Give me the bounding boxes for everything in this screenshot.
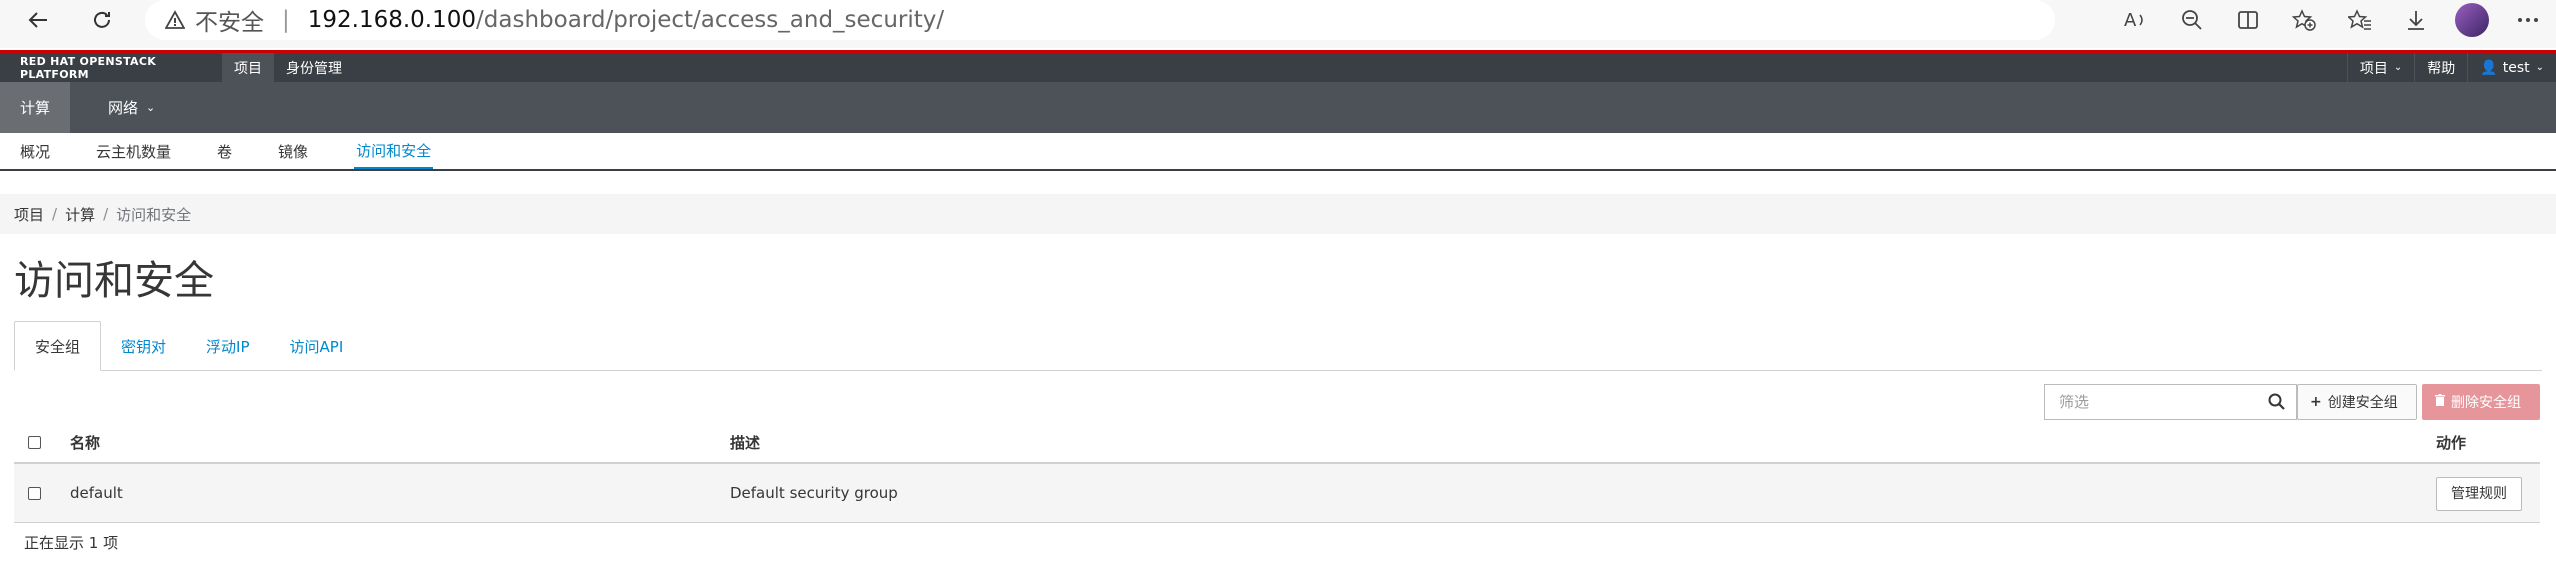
nav-access-security[interactable]: 访问和安全 bbox=[354, 133, 434, 169]
favorite-add-icon[interactable] bbox=[2276, 0, 2332, 40]
row-description: Default security group bbox=[730, 484, 898, 502]
column-header-description[interactable]: 描述 bbox=[730, 432, 2436, 453]
nav-network-label: 网络 bbox=[108, 99, 139, 117]
secondary-nav: 计算 网络 ⌄ bbox=[0, 82, 2556, 133]
tertiary-nav: 概况 云主机数量 卷 镜像 访问和安全 bbox=[0, 133, 2556, 171]
more-icon[interactable] bbox=[2500, 0, 2556, 40]
tab-security-groups[interactable]: 安全组 bbox=[14, 321, 102, 371]
top-tab-project[interactable]: 项目 bbox=[222, 53, 274, 82]
user-dropdown[interactable]: 👤 test ⌄ bbox=[2467, 53, 2556, 82]
page-title: 访问和安全 bbox=[14, 258, 214, 304]
select-all-checkbox[interactable] bbox=[28, 435, 41, 449]
breadcrumb-separator: / bbox=[103, 205, 109, 223]
breadcrumb-compute[interactable]: 计算 bbox=[65, 204, 95, 225]
create-button-label: 创建安全组 bbox=[2327, 395, 2398, 411]
row-select-cell bbox=[14, 486, 70, 500]
row-checkbox[interactable] bbox=[28, 486, 41, 500]
project-dropdown[interactable]: 项目 ⌄ bbox=[2346, 53, 2414, 82]
breadcrumb-separator: / bbox=[52, 205, 58, 223]
security-groups-table: 名称 描述 动作 default Default security group … bbox=[14, 422, 2540, 523]
filter-input[interactable] bbox=[2059, 393, 2259, 411]
url-path: /dashboard/project/access_and_security/ bbox=[476, 7, 945, 33]
tab-api-access[interactable]: 访问API bbox=[270, 321, 364, 371]
delete-security-group-button[interactable]: 删除安全组 bbox=[2422, 384, 2540, 420]
select-all-cell bbox=[14, 435, 70, 449]
breadcrumb-project[interactable]: 项目 bbox=[14, 204, 44, 225]
user-icon: 👤 bbox=[2480, 59, 2498, 76]
item-count: 正在显示 1 项 bbox=[24, 534, 119, 552]
security-label: 不安全 bbox=[195, 10, 264, 36]
table-header: 名称 描述 动作 bbox=[14, 422, 2540, 464]
chevron-down-icon: ⌄ bbox=[2393, 62, 2403, 73]
column-header-actions: 动作 bbox=[2436, 433, 2467, 452]
nav-overview[interactable]: 概况 bbox=[0, 133, 70, 169]
nav-compute[interactable]: 计算 bbox=[0, 82, 71, 133]
favorites-icon[interactable] bbox=[2332, 0, 2388, 40]
user-name: test bbox=[2502, 59, 2530, 76]
chevron-down-icon: ⌄ bbox=[146, 101, 156, 114]
address-bar[interactable]: 不安全 | 192.168.0.100/dashboard/project/ac… bbox=[145, 0, 2055, 40]
top-tab-identity[interactable]: 身份管理 bbox=[274, 53, 354, 82]
download-icon[interactable] bbox=[2388, 0, 2444, 40]
url-host: 192.168.0.100 bbox=[307, 7, 477, 33]
chevron-down-icon: ⌄ bbox=[2535, 62, 2544, 73]
row-actions-cell: 管理规则 bbox=[2436, 477, 2540, 511]
avatar bbox=[2455, 3, 2489, 37]
create-security-group-button[interactable]: + 创建安全组 bbox=[2297, 384, 2417, 420]
masthead-right-menu: 项目 ⌄ 帮助 👤 test ⌄ bbox=[2346, 53, 2556, 82]
browser-actions: A bbox=[2108, 0, 2556, 40]
plus-icon: + bbox=[2310, 394, 2322, 410]
nav-images[interactable]: 镜像 bbox=[252, 133, 328, 169]
row-name: default bbox=[70, 484, 123, 502]
column-header-name[interactable]: 名称 bbox=[70, 432, 730, 453]
table-row: default Default security group 管理规则 bbox=[14, 464, 2540, 523]
browser-toolbar: 不安全 | 192.168.0.100/dashboard/project/ac… bbox=[0, 0, 2556, 48]
breadcrumb-current: 访问和安全 bbox=[116, 205, 192, 224]
svg-text:A: A bbox=[2124, 10, 2137, 31]
masthead: RED HAT OPENSTACK PLATFORM 项目 身份管理 项目 ⌄ 帮… bbox=[0, 50, 2556, 82]
filter-field bbox=[2044, 384, 2297, 420]
project-dropdown-label: 项目 bbox=[2359, 60, 2388, 77]
zoom-out-icon[interactable] bbox=[2164, 0, 2220, 40]
delete-button-label: 删除安全组 bbox=[2451, 395, 2521, 411]
split-screen-icon[interactable] bbox=[2220, 0, 2276, 40]
profile-avatar[interactable] bbox=[2444, 0, 2500, 40]
trash-icon bbox=[2435, 394, 2445, 410]
back-icon[interactable] bbox=[18, 0, 58, 40]
tab-floating-ips[interactable]: 浮动IP bbox=[186, 321, 269, 371]
help-link[interactable]: 帮助 bbox=[2414, 53, 2467, 82]
nav-network[interactable]: 网络 ⌄ bbox=[88, 82, 175, 133]
content-tabs: 安全组 密钥对 浮动IP 访问API bbox=[14, 321, 2542, 371]
breadcrumb: 项目 / 计算 / 访问和安全 bbox=[0, 194, 2556, 234]
brand-logo[interactable]: RED HAT OPENSTACK PLATFORM bbox=[0, 55, 222, 81]
nav-instances[interactable]: 云主机数量 bbox=[70, 133, 191, 169]
search-icon[interactable] bbox=[2268, 393, 2286, 415]
nav-volumes[interactable]: 卷 bbox=[191, 133, 252, 169]
read-aloud-icon[interactable]: A bbox=[2108, 0, 2164, 40]
tab-key-pairs[interactable]: 密钥对 bbox=[101, 321, 186, 371]
refresh-icon[interactable] bbox=[82, 0, 122, 40]
warning-icon bbox=[165, 10, 185, 29]
security-warning[interactable]: 不安全 bbox=[165, 3, 264, 37]
url-separator: | bbox=[282, 7, 290, 33]
manage-rules-button[interactable]: 管理规则 bbox=[2436, 477, 2522, 511]
